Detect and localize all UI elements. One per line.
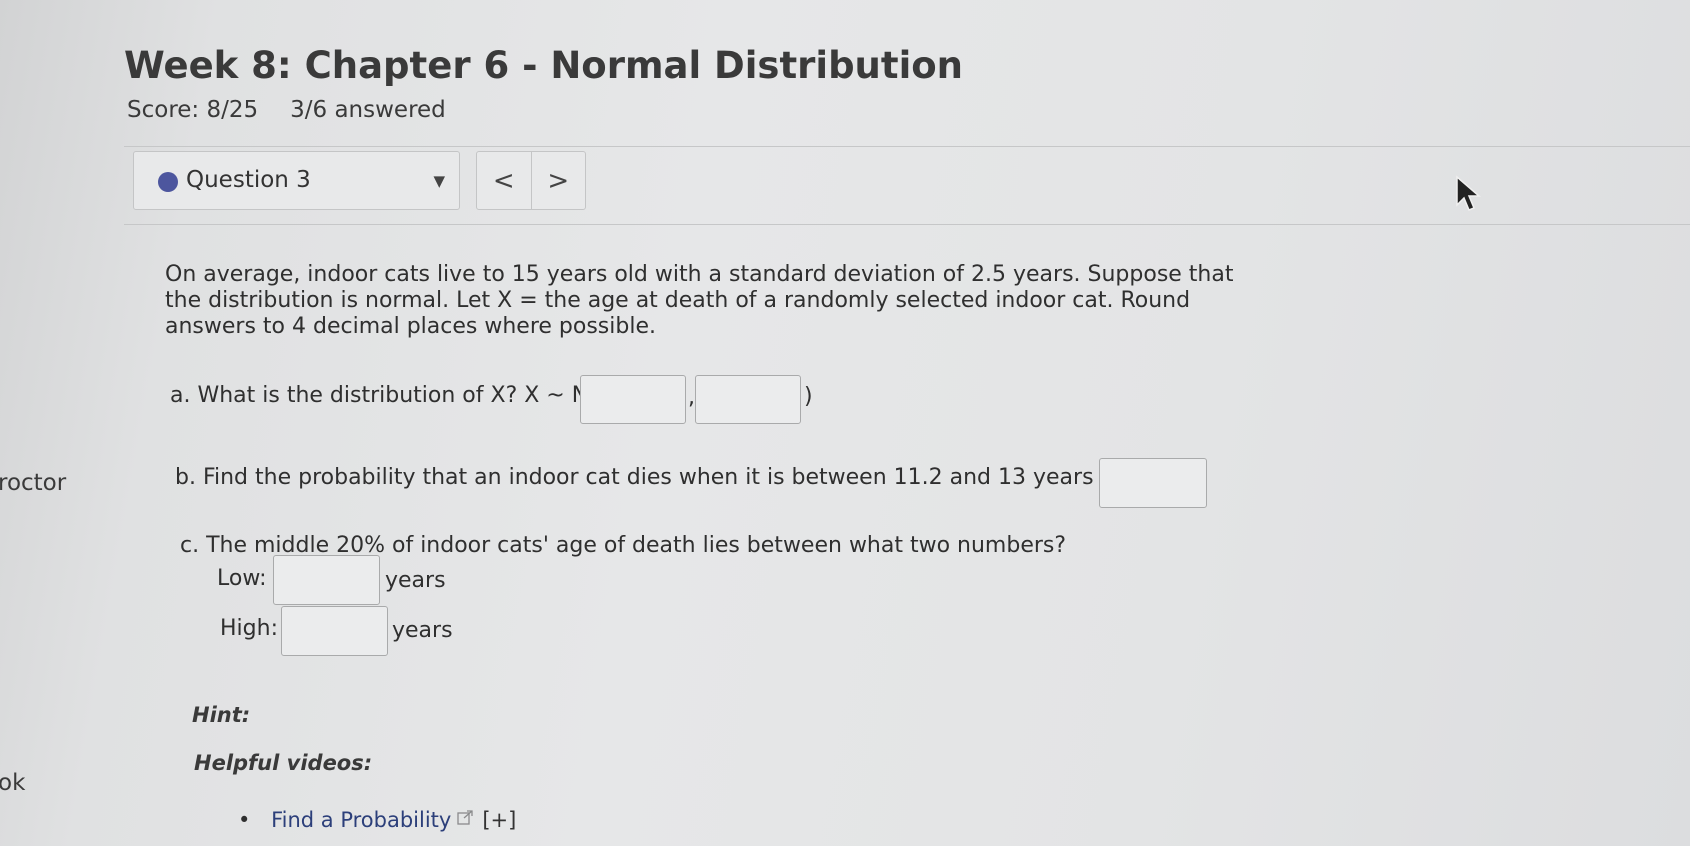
question-dropdown-label: Question 3 <box>186 167 311 193</box>
header-divider <box>124 146 1690 147</box>
page-title: Week 8: Chapter 6 - Normal Distribution <box>124 44 964 87</box>
high-unit: years <box>392 618 453 643</box>
part-a-mean-input[interactable] <box>580 375 686 424</box>
part-a-comma: , <box>688 385 695 410</box>
caret-down-icon: ▼ <box>433 172 445 190</box>
low-input[interactable] <box>273 555 380 605</box>
list-item: Find a Probability [+] <box>238 808 516 832</box>
score-summary: Score: 8/25 3/6 answered <box>127 97 446 123</box>
question-dropdown[interactable]: Question 3 ▼ <box>133 151 460 210</box>
nav-divider <box>124 224 1690 225</box>
next-question-button[interactable]: > <box>530 152 586 209</box>
part-b-input[interactable] <box>1099 458 1207 508</box>
video-list: Find a Probability [+] <box>238 808 516 832</box>
high-input[interactable] <box>281 606 388 656</box>
prev-question-button[interactable]: < <box>477 152 531 209</box>
status-dot-icon <box>158 172 178 192</box>
question-nav: < > <box>476 151 586 210</box>
score-text: Score: 8/25 <box>127 97 259 123</box>
high-label: High: <box>220 616 278 641</box>
problem-statement: On average, indoor cats live to 15 years… <box>165 262 1234 339</box>
low-label: Low: <box>217 566 267 591</box>
hint-label: Hint: <box>192 703 251 727</box>
low-unit: years <box>385 568 446 593</box>
sidebar-item-book[interactable]: ok <box>0 770 25 796</box>
part-a-sd-input[interactable] <box>695 375 801 424</box>
answered-count: 3/6 answered <box>290 97 446 123</box>
sidebar-item-proctor[interactable]: roctor <box>0 470 66 496</box>
part-a-close-paren: ) <box>804 384 813 409</box>
mouse-pointer-icon <box>1456 175 1481 211</box>
video-link-find-probability[interactable]: Find a Probability <box>271 808 451 832</box>
part-a-label: a. What is the distribution of X? X ~ N( <box>170 383 597 408</box>
external-link-icon <box>457 810 473 825</box>
expand-video-button[interactable]: [+] <box>482 808 516 832</box>
helpful-videos-label: Helpful videos: <box>194 751 373 775</box>
part-b-label: b. Find the probability that an indoor c… <box>175 465 1142 490</box>
